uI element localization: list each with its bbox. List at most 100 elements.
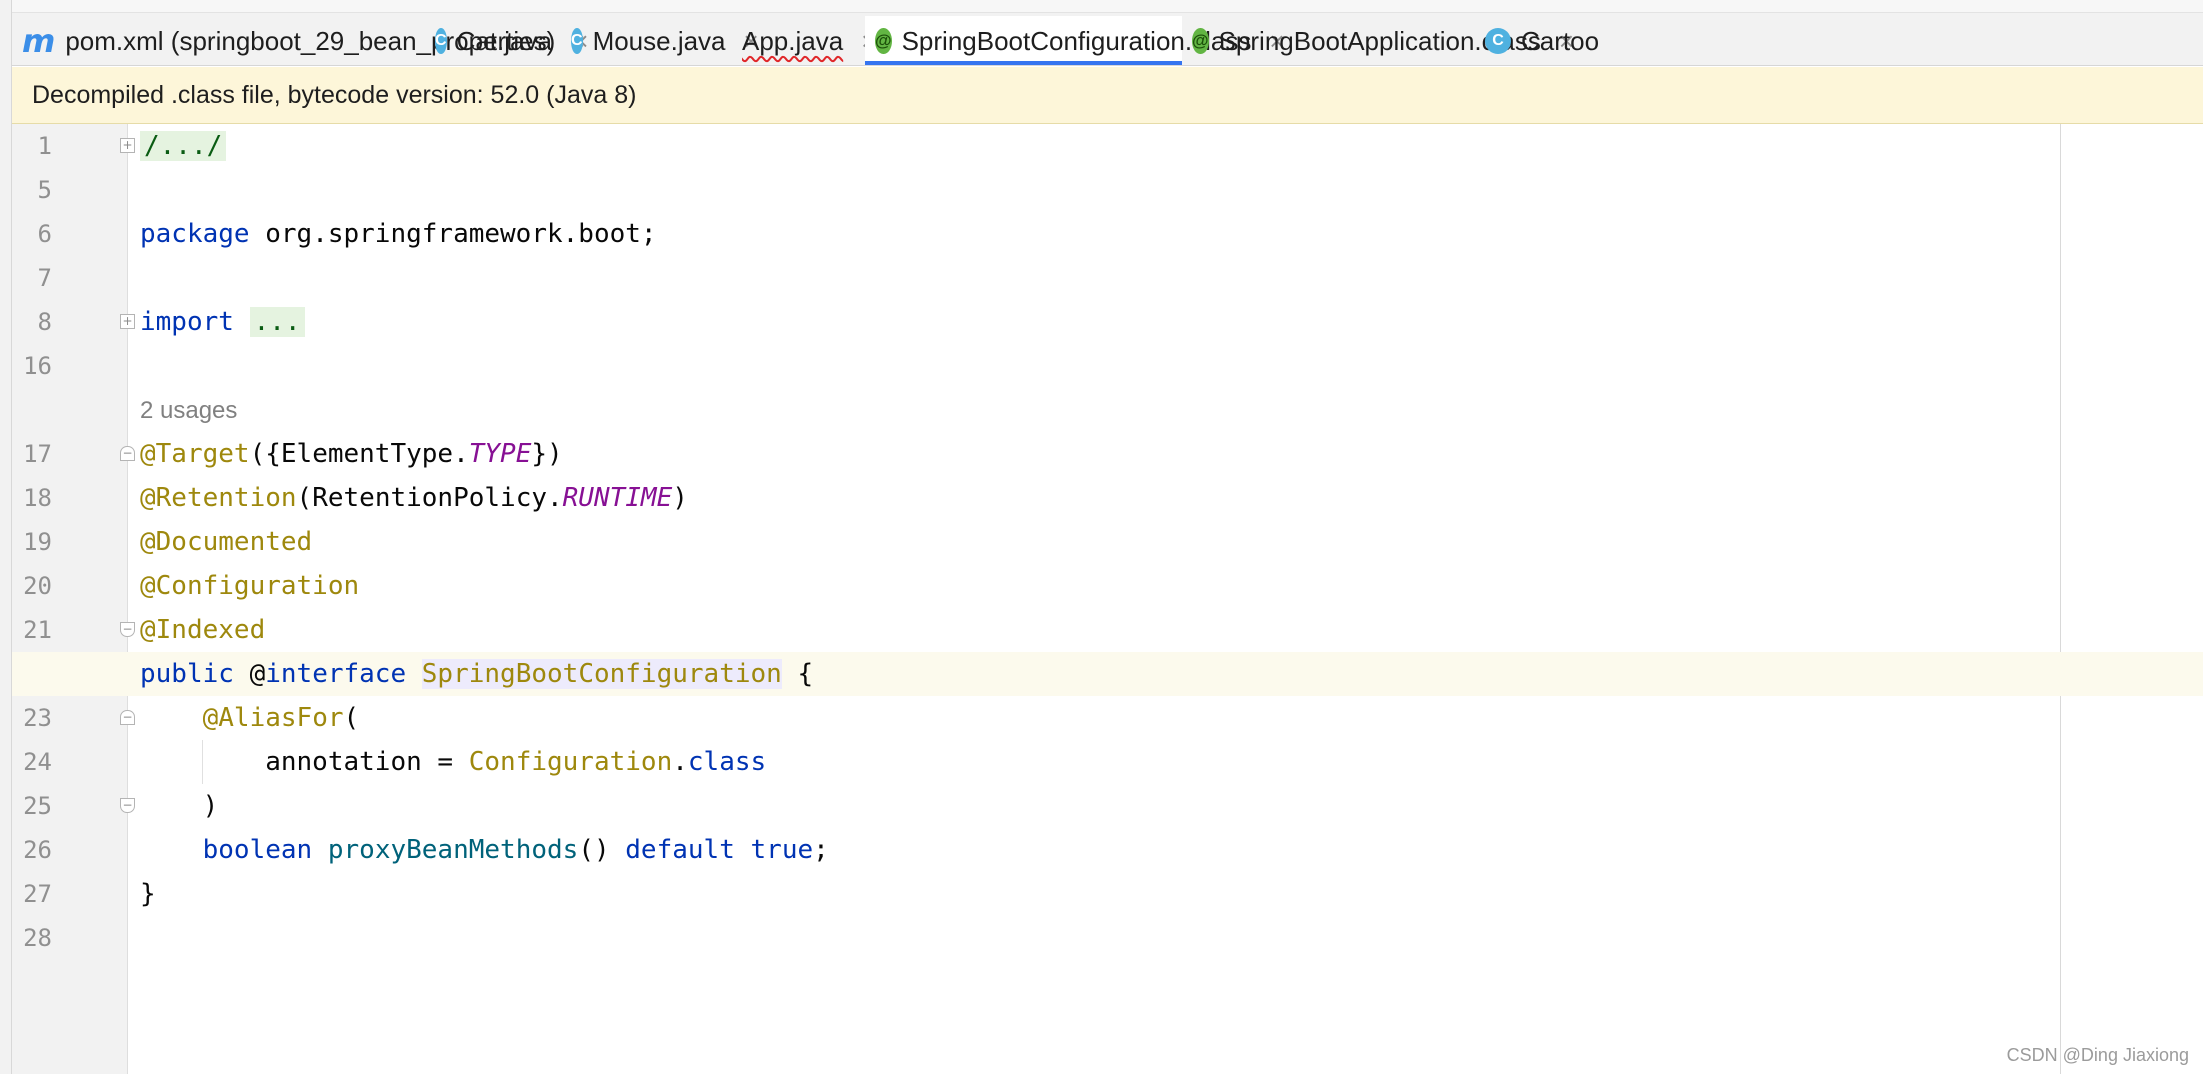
tab-cartoo[interactable]: C Cartoo (1475, 16, 2203, 65)
tab-cat-java[interactable]: CCat.java× (425, 16, 585, 65)
code-token: true (750, 835, 814, 865)
code-line[interactable]: boolean proxyBeanMethods() default true; (140, 828, 829, 872)
usages-hint[interactable]: 2 usages (140, 397, 237, 424)
code-line[interactable]: @Indexed (140, 608, 265, 652)
code-token: Configuration (468, 747, 673, 777)
maven-m-icon: m (22, 22, 56, 60)
code-token: interface (265, 659, 407, 689)
code-token: import (140, 307, 234, 337)
banner-text: Decompiled .class file, bytecode version… (32, 80, 637, 109)
tab-label: Mouse.java (592, 25, 726, 56)
code-editor[interactable]: 1+5678+1617−18192021−2223−2425−262728 /.… (12, 124, 2203, 1074)
collapse-fold-icon[interactable]: − (120, 622, 135, 637)
class-c-icon: C (435, 28, 447, 54)
code-line[interactable]: @AliasFor( (140, 696, 360, 740)
collapse-fold-icon[interactable]: − (120, 710, 135, 725)
code-token: } (140, 879, 156, 909)
indent-guide (202, 740, 203, 784)
tab-label: Cartoo (1521, 25, 1600, 56)
line-number[interactable]: 25 (12, 784, 52, 828)
code-token: @Retention (140, 483, 297, 513)
code-token: boolean (202, 835, 313, 865)
tab-mouse-java[interactable]: C Mouse.java × (561, 16, 759, 65)
line-number[interactable]: 18 (12, 476, 52, 520)
code-token: ) (672, 483, 688, 513)
code-line[interactable]: public @interface SpringBootConfiguratio… (140, 652, 813, 696)
tool-window-strip (0, 0, 12, 1074)
line-number[interactable]: 17 (12, 432, 52, 476)
folded-region[interactable]: /.../ (140, 131, 227, 161)
code-token: @Indexed (140, 615, 266, 645)
tab-app-java[interactable]: App.java× (722, 16, 876, 65)
code-token: ) (140, 791, 219, 821)
code-token: (RetentionPolicy. (296, 483, 563, 513)
code-token: @Target (140, 439, 250, 469)
code-line[interactable]: @Target({ElementType.TYPE}) (140, 432, 563, 476)
line-number[interactable]: 26 (12, 828, 52, 872)
code-token: ; (813, 835, 829, 865)
code-line[interactable]: annotation = Configuration.class (140, 740, 766, 784)
code-line[interactable]: } (140, 872, 156, 916)
tab-label: Cat.java (456, 25, 552, 56)
line-number[interactable]: 5 (12, 168, 52, 212)
code-line[interactable]: import ... (140, 300, 305, 344)
code-token: . (672, 747, 688, 777)
code-line[interactable]: @Configuration (140, 564, 359, 608)
line-number[interactable] (12, 388, 52, 432)
code-token: SpringBootConfiguration (421, 659, 782, 689)
usages-hint-line[interactable]: 2 usages (140, 388, 237, 432)
collapse-fold-icon[interactable]: − (120, 446, 135, 461)
line-number[interactable]: 28 (12, 916, 52, 960)
code-token: @AliasFor (202, 703, 344, 733)
code-token: public (140, 659, 234, 689)
editor-tab-bar: m pom.xml (springboot_29_bean_properties)… (12, 0, 2203, 66)
code-token: ( (343, 703, 360, 733)
line-number[interactable]: 20 (12, 564, 52, 608)
line-number[interactable]: 6 (12, 212, 52, 256)
tab-pom-xml-springboot-29-bean-properties[interactable]: m pom.xml (springboot_29_bean_properties)… (12, 16, 588, 65)
line-number[interactable]: 7 (12, 256, 52, 300)
code-line[interactable]: @Documented (140, 520, 312, 564)
line-number[interactable]: 21 (12, 608, 52, 652)
tab-springbootapplication-class[interactable]: @ SpringBootApplication.class × (1182, 16, 1574, 65)
code-token: org.springframework.boot; (249, 219, 657, 249)
expand-fold-icon[interactable]: + (120, 138, 135, 153)
active-tab-indicator (865, 61, 1182, 65)
code-token: @ (233, 659, 266, 689)
line-number[interactable]: 23 (12, 696, 52, 740)
code-token: default (625, 835, 735, 865)
line-number-gutter[interactable]: 1+5678+1617−18192021−2223−2425−262728 (12, 124, 135, 1074)
code-token: class (687, 747, 767, 777)
tab-label: App.java (742, 25, 844, 56)
code-token: TYPE (468, 439, 532, 469)
code-token: }) (531, 439, 563, 469)
line-number[interactable]: 27 (12, 872, 52, 916)
line-number[interactable]: 8 (12, 300, 52, 344)
code-token: proxyBeanMethods (327, 835, 579, 865)
collapse-fold-icon[interactable]: − (120, 798, 135, 813)
tab-springbootconfiguration-class[interactable]: @ SpringBootConfiguration.class × (865, 16, 1285, 65)
right-margin-guide (2060, 124, 2061, 1074)
line-number[interactable]: 19 (12, 520, 52, 564)
code-line[interactable]: @Retention(RetentionPolicy.RUNTIME) (140, 476, 688, 520)
class-c-icon: C (1485, 28, 1511, 54)
line-number[interactable]: 1 (12, 124, 52, 168)
code-token: @Documented (140, 527, 313, 557)
folded-region[interactable]: ... (249, 307, 305, 337)
expand-fold-icon[interactable]: + (120, 314, 135, 329)
line-number[interactable]: 16 (12, 344, 52, 388)
annotation-icon: @ (1192, 28, 1209, 54)
code-token: RUNTIME (562, 483, 673, 513)
code-line[interactable]: package org.springframework.boot; (140, 212, 657, 256)
class-c-icon: C (571, 28, 583, 54)
code-line[interactable]: ) (140, 784, 219, 828)
decompiled-info-banner: Decompiled .class file, bytecode version… (12, 67, 2203, 124)
code-line[interactable]: /.../ (140, 124, 227, 168)
line-number[interactable]: 24 (12, 740, 52, 784)
annotation-icon: @ (875, 28, 892, 54)
